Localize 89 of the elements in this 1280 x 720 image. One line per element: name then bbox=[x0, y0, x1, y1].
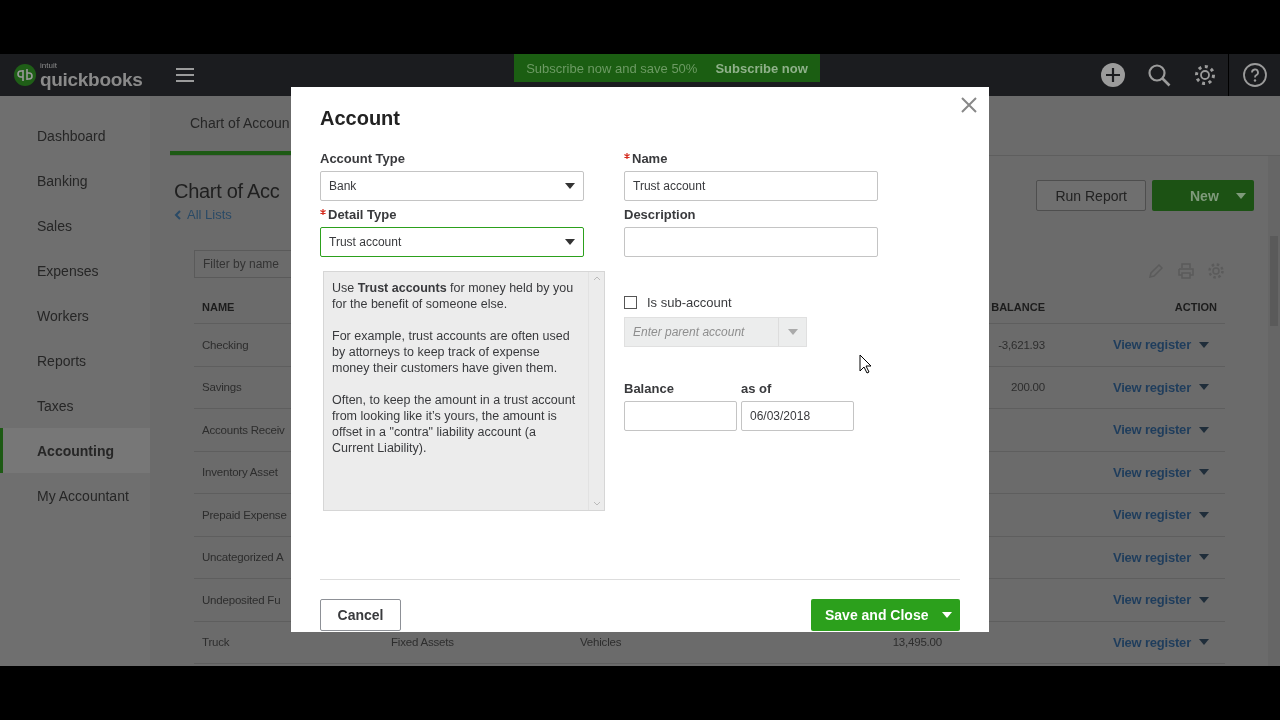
table-cell: -3,621.93 bbox=[998, 338, 1045, 351]
view-register-link[interactable]: View register bbox=[1112, 422, 1209, 438]
sidebar-item[interactable]: Banking bbox=[0, 158, 150, 203]
help-icon[interactable] bbox=[1242, 63, 1267, 87]
table-cell: Inventory Asset bbox=[202, 466, 278, 479]
plus-icon[interactable] bbox=[1101, 63, 1125, 87]
caret-icon bbox=[1199, 554, 1209, 561]
table-cell: Prepaid Expense bbox=[202, 508, 287, 521]
view-register-link[interactable]: View register bbox=[1112, 337, 1209, 353]
caret-icon bbox=[787, 329, 798, 335]
sidebar-item[interactable]: Expenses bbox=[0, 248, 150, 293]
caret-icon bbox=[1199, 341, 1209, 348]
detail-type-select[interactable]: Trust account bbox=[320, 227, 584, 257]
sidebar-item[interactable]: Taxes bbox=[0, 383, 150, 428]
scroll-down-icon[interactable] bbox=[592, 501, 601, 506]
table-cell: Accounts Receiv bbox=[202, 423, 285, 436]
field-label: Account Type bbox=[320, 151, 406, 168]
field-label: as of bbox=[741, 381, 773, 398]
balance-field[interactable] bbox=[624, 401, 737, 431]
caret-icon bbox=[1199, 639, 1209, 646]
view-register-link[interactable]: View register bbox=[1112, 507, 1209, 523]
caret-icon bbox=[1199, 469, 1209, 476]
field-label: Balance bbox=[624, 381, 675, 398]
cancel-button[interactable]: Cancel bbox=[320, 599, 401, 631]
checkbox-label: Is sub-account bbox=[647, 294, 732, 310]
table-cell: 13,495.00 bbox=[892, 636, 942, 649]
caret-icon bbox=[1199, 511, 1209, 518]
sidebar-item[interactable]: Reports bbox=[0, 338, 150, 383]
settings-icon[interactable] bbox=[1193, 63, 1217, 87]
table-cell: Undeposited Fu bbox=[202, 593, 281, 606]
search-icon[interactable] bbox=[1147, 63, 1171, 87]
dialog-title: Account bbox=[320, 107, 401, 131]
save-and-close-button[interactable]: Save and Close bbox=[811, 599, 960, 631]
caret-icon bbox=[1199, 384, 1209, 391]
checkbox[interactable] bbox=[624, 295, 637, 309]
scrollbar[interactable] bbox=[1268, 156, 1280, 666]
field-label: Description bbox=[624, 207, 697, 224]
caret-icon bbox=[1199, 596, 1209, 603]
table-cell: Fixed Assets bbox=[391, 636, 454, 649]
table-cell: Truck bbox=[202, 636, 230, 649]
cursor-icon bbox=[859, 354, 872, 374]
help-paragraph: For example, trust accounts are often used by attorneys to keep track of expense money their customers have given them. bbox=[332, 328, 571, 376]
view-register-link[interactable]: View register bbox=[1112, 592, 1209, 608]
logo-icon bbox=[14, 64, 36, 86]
help-paragraph: Often, to keep the amount in a trust account from looking like it’s yours, the amount is offset in a "contra" liability account (a Current Liability). bbox=[332, 392, 577, 456]
back-link[interactable]: All Lists bbox=[174, 207, 280, 222]
column-header: NAME bbox=[202, 300, 235, 313]
run-report-button[interactable]: Run Report bbox=[1036, 180, 1146, 211]
table-cell: Uncategorized A bbox=[202, 551, 284, 564]
promo-text: Subscribe now and save 50% bbox=[526, 60, 698, 76]
column-header: BALANCE bbox=[991, 300, 1045, 313]
caret-icon bbox=[1199, 426, 1209, 433]
table-cell: 200.00 bbox=[1011, 381, 1045, 394]
description-field[interactable] bbox=[624, 227, 878, 257]
asterisk-icon bbox=[320, 209, 326, 215]
name-field[interactable]: Trust account bbox=[624, 171, 878, 201]
caret-icon bbox=[565, 183, 575, 189]
field-label: Detail Type bbox=[320, 207, 584, 227]
view-register-link[interactable]: View register bbox=[1112, 464, 1209, 480]
column-header: ACTION bbox=[1174, 300, 1217, 313]
sidebar-item[interactable]: Sales bbox=[0, 203, 150, 248]
caret-icon bbox=[1236, 192, 1246, 199]
sidebar-item[interactable]: Accounting bbox=[0, 428, 150, 473]
date-field[interactable]: 06/03/2018 bbox=[741, 401, 854, 431]
logo-text: quickbooks bbox=[40, 69, 143, 89]
caret-icon bbox=[565, 239, 575, 245]
account-type-select[interactable]: Bank bbox=[320, 171, 584, 201]
sidebar-item[interactable]: My Accountant bbox=[0, 473, 150, 518]
field-label: Name bbox=[624, 151, 888, 171]
table-cell: Checking bbox=[202, 338, 249, 351]
view-register-link[interactable]: View register bbox=[1112, 379, 1209, 395]
page-title: Chart of Acc bbox=[174, 180, 280, 203]
table-cell: Vehicles bbox=[580, 636, 622, 649]
asterisk-icon bbox=[624, 153, 630, 159]
close-icon bbox=[961, 97, 977, 113]
view-register-link[interactable]: View register bbox=[1112, 634, 1209, 650]
chevron-icon bbox=[174, 209, 181, 220]
table-cell: Savings bbox=[202, 381, 242, 394]
subscribe-link[interactable]: Subscribe now bbox=[715, 60, 808, 76]
new-button[interactable]: New bbox=[1152, 180, 1254, 211]
scroll-up-icon[interactable] bbox=[592, 276, 601, 281]
sidebar-item[interactable]: Workers bbox=[0, 293, 150, 338]
help-paragraph: Use Trust accounts for money held by you for the benefit of someone else. bbox=[332, 280, 575, 312]
sidebar-item[interactable]: Dashboard bbox=[0, 113, 150, 158]
menu-icon[interactable] bbox=[176, 68, 194, 82]
caret-icon bbox=[942, 612, 952, 618]
parent-account-select[interactable]: Enter parent account bbox=[624, 317, 807, 347]
logo-small-text: intuit bbox=[40, 61, 58, 70]
view-register-link[interactable]: View register bbox=[1112, 549, 1209, 565]
